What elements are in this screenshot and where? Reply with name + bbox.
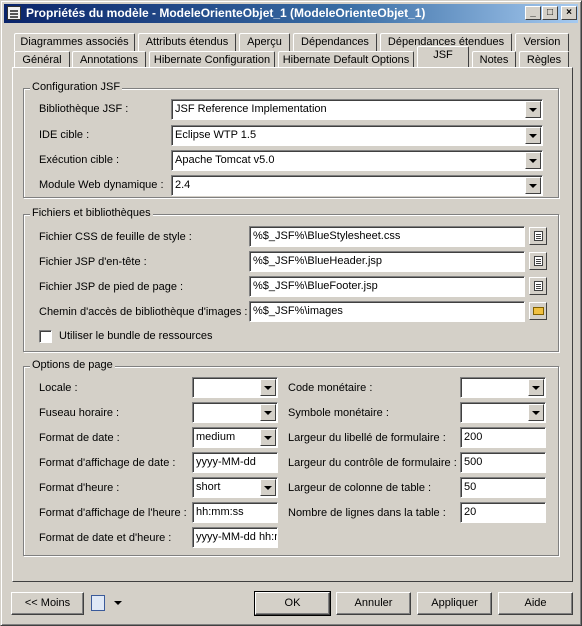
locale-select[interactable]: [192, 377, 278, 398]
header-jsp-input[interactable]: %$_JSF%\BlueHeader.jsp: [249, 251, 525, 272]
target-runtime-label: Exécution cible :: [39, 154, 120, 166]
title-bar[interactable]: Propriétés du modèle - ModeleOrienteObje…: [4, 4, 578, 23]
table-col-width-label: Largeur de colonne de table :: [288, 482, 432, 494]
help-button[interactable]: Aide: [498, 592, 573, 615]
timezone-select[interactable]: [192, 402, 278, 423]
chevron-down-icon[interactable]: [528, 404, 544, 421]
apply-button[interactable]: Appliquer: [417, 592, 492, 615]
date-format-label: Format de date :: [39, 432, 120, 444]
images-path-input[interactable]: %$_JSF%\images: [249, 301, 525, 322]
footer-jsp-input[interactable]: %$_JSF%\BlueFooter.jsp: [249, 276, 525, 297]
page-options-group-label: Options de page: [30, 359, 115, 371]
bundle-label[interactable]: Utiliser le bundle de ressources: [59, 330, 212, 342]
chevron-down-icon[interactable]: [260, 429, 276, 446]
time-display-input[interactable]: hh:mm:ss: [192, 502, 278, 523]
date-format-value: medium: [196, 431, 236, 443]
form-label-width-input[interactable]: 200: [460, 427, 546, 448]
chevron-down-icon[interactable]: [528, 379, 544, 396]
time-format-label: Format d'heure :: [39, 482, 120, 494]
model-icon: [7, 6, 21, 20]
datetime-label: Format de date et d'heure :: [39, 532, 172, 544]
maximize-button[interactable]: □: [542, 6, 558, 20]
form-label-width-label: Largeur du libellé de formulaire :: [288, 432, 446, 444]
tab-dependances[interactable]: Dépendances: [293, 33, 377, 51]
datetime-input[interactable]: yyyy-MM-dd hh:mm: [192, 527, 278, 548]
jsf-config-group-label: Configuration JSF: [30, 81, 123, 93]
time-display-label: Format d'affichage de l'heure :: [39, 507, 187, 519]
web-module-label: Module Web dynamique :: [39, 179, 164, 191]
bundle-checkbox[interactable]: [39, 330, 52, 343]
tab-apercu[interactable]: Aperçu: [239, 33, 290, 51]
target-ide-label: IDE cible :: [39, 129, 90, 141]
images-browse-button[interactable]: [529, 302, 547, 320]
table-rows-input[interactable]: 20: [460, 502, 546, 523]
chevron-down-icon[interactable]: [260, 479, 276, 496]
locale-label: Locale :: [39, 382, 78, 394]
document-icon: [534, 256, 543, 266]
date-display-input[interactable]: yyyy-MM-dd: [192, 452, 278, 473]
minimize-button[interactable]: _: [525, 6, 541, 20]
target-runtime-select[interactable]: Apache Tomcat v5.0: [171, 150, 543, 171]
close-button[interactable]: ×: [561, 6, 577, 20]
web-module-select[interactable]: 2.4: [171, 175, 543, 196]
jsf-library-select[interactable]: JSF Reference Implementation: [171, 99, 543, 120]
footer-jsp-label: Fichier JSP de pied de page :: [39, 281, 184, 293]
chevron-down-icon[interactable]: [525, 152, 541, 169]
form-control-width-label: Largeur du contrôle de formulaire :: [288, 457, 457, 469]
folder-icon: [533, 307, 544, 315]
currency-code-select[interactable]: [460, 377, 546, 398]
jsf-library-label: Bibliothèque JSF :: [39, 103, 129, 115]
timezone-label: Fuseau horaire :: [39, 407, 120, 419]
table-col-width-input[interactable]: 50: [460, 477, 546, 498]
document-icon: [534, 281, 543, 291]
tab-version[interactable]: Version: [515, 33, 569, 51]
css-file-input[interactable]: %$_JSF%\BlueStylesheet.css: [249, 226, 525, 247]
date-display-label: Format d'affichage de date :: [39, 457, 176, 469]
currency-symbol-select[interactable]: [460, 402, 546, 423]
currency-symbol-label: Symbole monétaire :: [288, 407, 389, 419]
tab-attributs-etendus[interactable]: Attributs étendus: [138, 33, 236, 51]
form-control-width-input[interactable]: 500: [460, 452, 546, 473]
header-jsp-label: Fichier JSP d'en-tête :: [39, 256, 147, 268]
chevron-down-icon[interactable]: [260, 404, 276, 421]
less-button[interactable]: << Moins: [11, 592, 84, 615]
cancel-button[interactable]: Annuler: [336, 592, 411, 615]
date-format-select[interactable]: medium: [192, 427, 278, 448]
properties-menu-icon[interactable]: [91, 595, 105, 611]
web-module-value: 2.4: [175, 179, 191, 191]
tab-diagrammes-associes[interactable]: Diagrammes associés: [14, 33, 135, 51]
chevron-down-icon[interactable]: [114, 601, 122, 605]
footer-browse-button[interactable]: [529, 277, 547, 295]
properties-dialog: Propriétés du modèle - ModeleOrienteObje…: [0, 0, 582, 626]
css-file-label: Fichier CSS de feuille de style :: [39, 231, 192, 243]
target-ide-select[interactable]: Eclipse WTP 1.5: [171, 125, 543, 146]
tab-jsf[interactable]: JSF: [417, 46, 469, 67]
chevron-down-icon[interactable]: [525, 101, 541, 118]
images-path-label: Chemin d'accès de bibliothèque d'images …: [39, 306, 248, 318]
document-icon: [534, 231, 543, 241]
ok-button[interactable]: OK: [254, 591, 331, 616]
jsf-tab-panel: Configuration JSF Bibliothèque JSF : JSF…: [12, 67, 573, 582]
chevron-down-icon[interactable]: [260, 379, 276, 396]
files-group-label: Fichiers et bibliothèques: [30, 207, 153, 219]
header-browse-button[interactable]: [529, 252, 547, 270]
chevron-down-icon[interactable]: [525, 177, 541, 194]
table-rows-label: Nombre de lignes dans la table :: [288, 507, 446, 519]
target-runtime-value: Apache Tomcat v5.0: [175, 154, 275, 166]
chevron-down-icon[interactable]: [525, 127, 541, 144]
time-format-value: short: [196, 481, 221, 493]
currency-code-label: Code monétaire :: [288, 382, 373, 394]
css-browse-button[interactable]: [529, 227, 547, 245]
time-format-select[interactable]: short: [192, 477, 278, 498]
jsf-library-value: JSF Reference Implementation: [175, 103, 327, 115]
window-title: Propriétés du modèle - ModeleOrienteObje…: [26, 6, 426, 20]
target-ide-value: Eclipse WTP 1.5: [175, 129, 257, 141]
